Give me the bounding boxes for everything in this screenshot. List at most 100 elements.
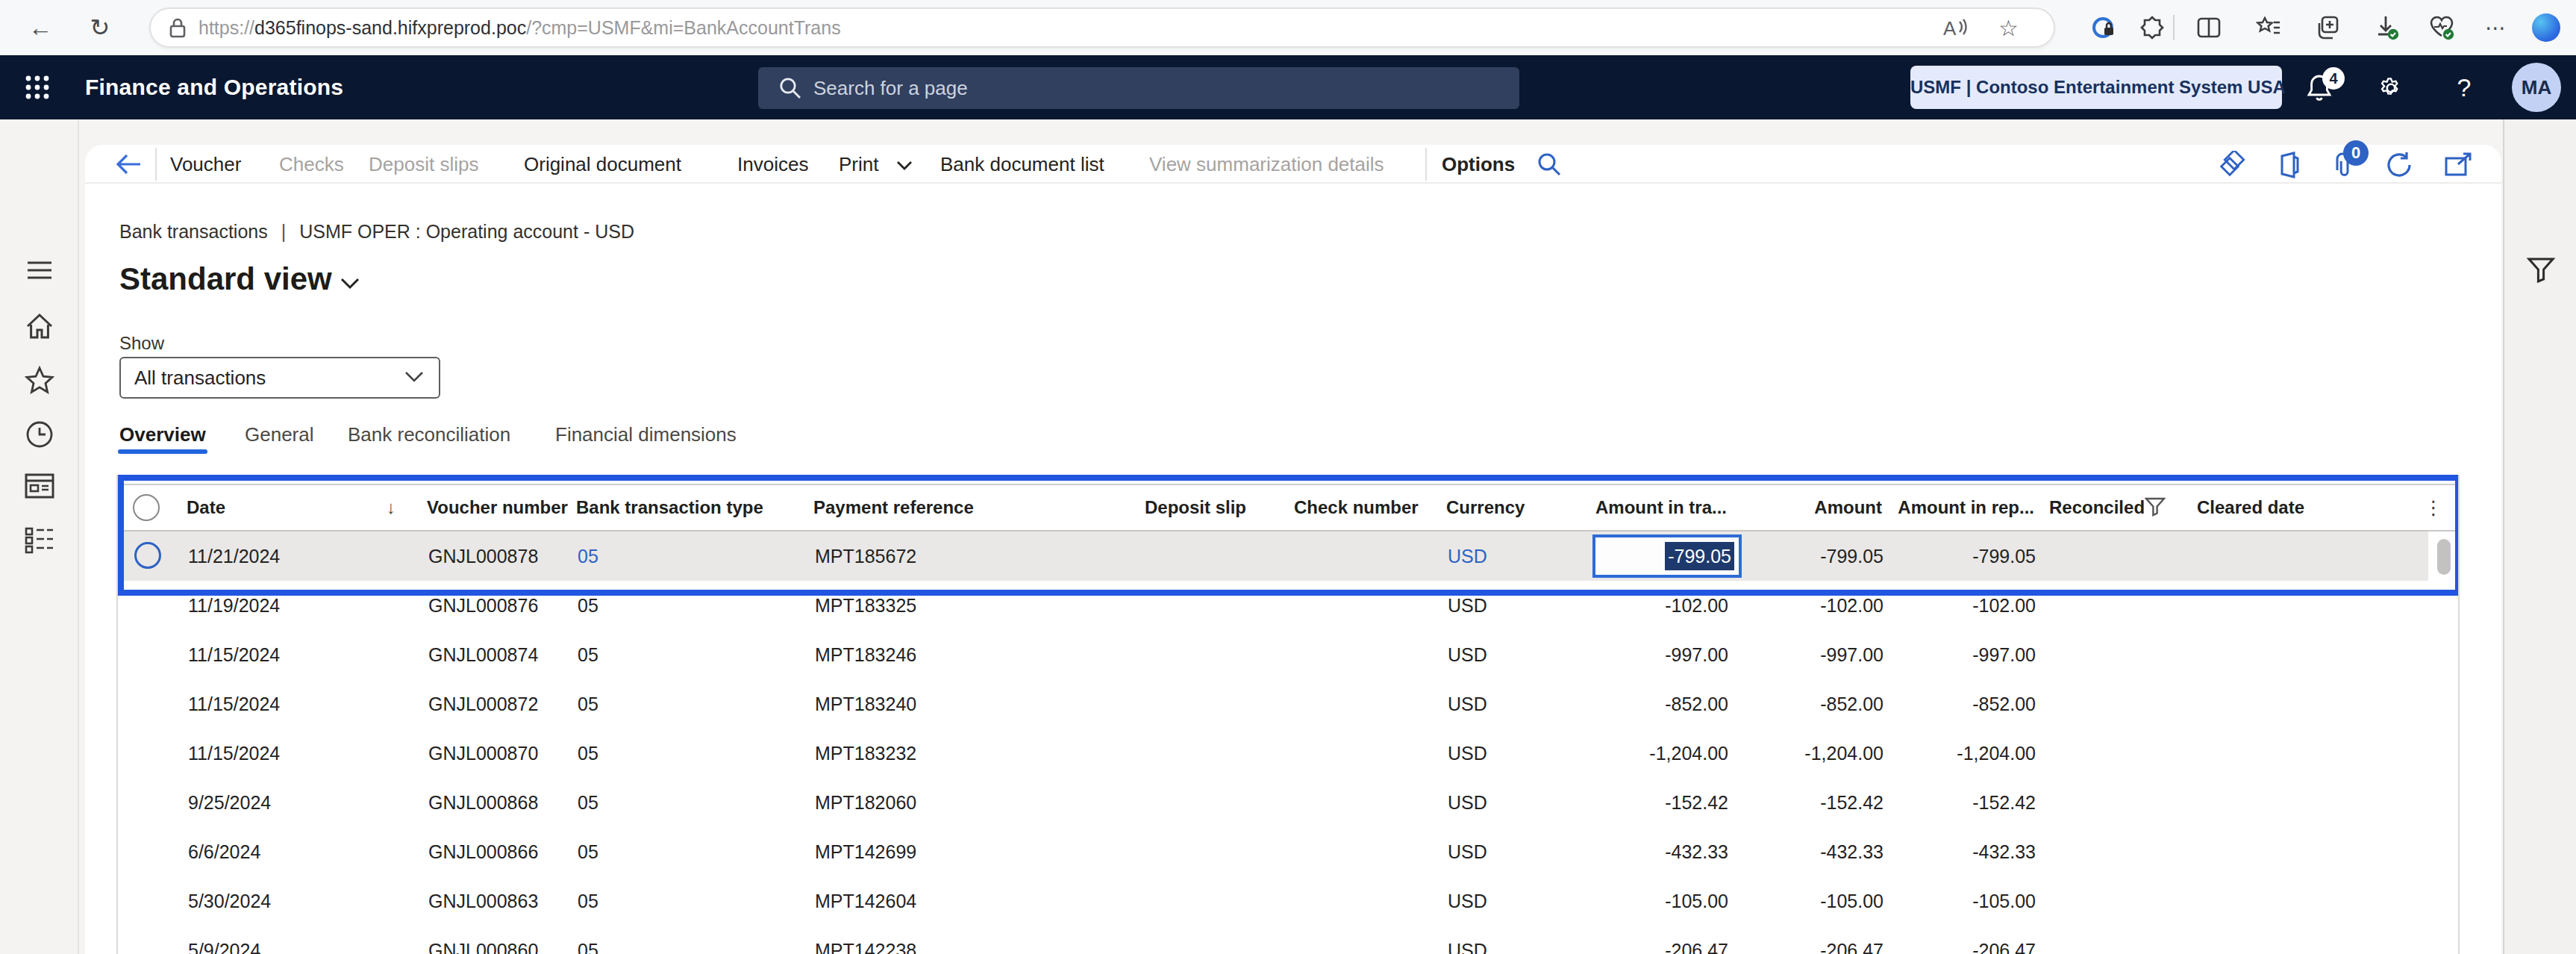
- cell-payment-reference: MPT182060: [815, 778, 916, 827]
- browser-essentials-icon[interactable]: [2131, 0, 2173, 55]
- tab-financial-dimensions[interactable]: Financial dimensions: [555, 420, 737, 449]
- cell-currency[interactable]: USD: [1448, 531, 1487, 581]
- office-icon[interactable]: [2275, 146, 2301, 182]
- cell-amount: -799.05: [1820, 531, 1883, 581]
- cell-amount: -152.42: [1820, 778, 1883, 827]
- action-original-document[interactable]: Original document: [524, 146, 681, 182]
- action-voucher[interactable]: Voucher: [170, 146, 241, 182]
- cell-bank-transaction-type[interactable]: 05: [578, 531, 598, 581]
- downloads-icon[interactable]: [2366, 0, 2407, 55]
- select-all-radio[interactable]: [133, 494, 160, 521]
- cell-payment-reference: MPT185672: [815, 531, 916, 581]
- col-currency[interactable]: Currency: [1446, 485, 1525, 530]
- col-payment-reference[interactable]: Payment reference: [813, 485, 974, 530]
- address-bar[interactable]: https://d365finops-sand.hifxpreprod.poc/…: [149, 7, 2055, 48]
- favorites-star-icon[interactable]: [0, 366, 79, 394]
- cell-currency: USD: [1448, 876, 1487, 926]
- password-monitor-icon[interactable]: [2083, 0, 2125, 55]
- nav-rail: [0, 119, 79, 954]
- grid-row[interactable]: 11/19/2024GNJL00087605MPT183325USD-102.0…: [119, 581, 2460, 630]
- action-print[interactable]: Print: [839, 146, 913, 182]
- split-screen-icon[interactable]: [2188, 0, 2230, 55]
- sort-descending-icon[interactable]: ↓: [387, 485, 396, 530]
- waffle-menu-icon[interactable]: [21, 55, 54, 119]
- col-date[interactable]: Date: [187, 485, 225, 530]
- action-divider: [155, 148, 157, 181]
- grid-row[interactable]: 11/21/2024GNJL00087805MPT185672USD-799.0…: [119, 531, 2460, 581]
- attachments-icon[interactable]: 0: [2331, 146, 2355, 182]
- workspaces-icon[interactable]: [0, 473, 79, 499]
- cell-amount: -432.33: [1820, 827, 1883, 876]
- page-search-box[interactable]: Search for a page: [758, 67, 1519, 109]
- cell-voucher-number: GNJL000868: [428, 778, 538, 827]
- cell-date: 11/15/2024: [188, 679, 280, 729]
- action-search-icon[interactable]: [1537, 146, 1561, 182]
- amount-edit-input[interactable]: -799.05: [1592, 534, 1742, 578]
- grid-row[interactable]: 5/30/2024GNJL00086305MPT142604USD-105.00…: [119, 876, 2460, 926]
- browser-health-icon[interactable]: [2421, 0, 2463, 55]
- refresh-icon[interactable]: [2385, 146, 2413, 182]
- copilot-icon[interactable]: [2525, 0, 2567, 55]
- col-voucher-number[interactable]: Voucher number: [427, 485, 568, 530]
- cell-amount-in-reporting: -206.47: [1972, 926, 2036, 954]
- grid-row[interactable]: 6/6/2024GNJL00086605MPT142699USD-432.33-…: [119, 827, 2460, 876]
- collections-icon[interactable]: [2248, 0, 2289, 55]
- expand-menu-icon[interactable]: [0, 260, 79, 281]
- cell-bank-transaction-type: 05: [578, 876, 598, 926]
- col-cleared-date[interactable]: Cleared date: [2197, 485, 2304, 530]
- breadcrumb-page[interactable]: Bank transactions: [119, 221, 268, 242]
- col-deposit-slip[interactable]: Deposit slip: [1145, 485, 1246, 530]
- action-options[interactable]: Options: [1442, 146, 1515, 182]
- cell-amount-in-reporting: -105.00: [1972, 876, 2036, 926]
- open-in-new-window-icon[interactable]: [2445, 146, 2473, 182]
- read-aloud-icon[interactable]: A: [1942, 9, 1969, 46]
- tab-general[interactable]: General: [245, 420, 314, 449]
- grid-row[interactable]: 11/15/2024GNJL00087205MPT183240USD-852.0…: [119, 679, 2460, 729]
- cell-amount-in-reporting: -852.00: [1972, 679, 2036, 729]
- cell-currency: USD: [1448, 827, 1487, 876]
- favorite-star-icon[interactable]: ☆: [1998, 9, 2019, 46]
- col-amount-in-reporting[interactable]: Amount in rep...: [1898, 485, 2034, 530]
- action-invoices[interactable]: Invoices: [737, 146, 808, 182]
- cell-payment-reference: MPT183232: [815, 729, 916, 778]
- power-apps-icon[interactable]: [2219, 146, 2248, 182]
- browser-back-icon[interactable]: ←: [19, 0, 61, 55]
- grid-row[interactable]: 9/25/2024GNJL00086805MPT182060USD-152.42…: [119, 778, 2460, 827]
- grid-scrollbar-thumb[interactable]: [2437, 539, 2451, 575]
- filter-funnel-icon[interactable]: [2527, 257, 2555, 284]
- col-check-number[interactable]: Check number: [1294, 485, 1419, 530]
- grid-more-icon[interactable]: ⋮: [2424, 485, 2443, 530]
- cell-voucher-number: GNJL000863: [428, 876, 538, 926]
- view-chevron-icon[interactable]: [340, 278, 360, 290]
- url-text: https://d365finops-sand.hifxpreprod.poc/…: [198, 9, 841, 46]
- page-back-button[interactable]: [115, 146, 142, 182]
- grid-row[interactable]: 5/9/2024GNJL00086005MPT142238USD-206.47-…: [119, 926, 2460, 954]
- action-bank-document-list[interactable]: Bank document list: [940, 146, 1104, 182]
- col-amount-in-transaction[interactable]: Amount in tra...: [1595, 485, 1727, 530]
- settings-gear-icon[interactable]: [2372, 55, 2410, 119]
- col-amount[interactable]: Amount: [1814, 485, 1882, 530]
- col-bank-transaction-type[interactable]: Bank transaction type: [576, 485, 763, 530]
- company-selector-button[interactable]: USMF | Contoso Entertainment System USA: [1910, 66, 2282, 109]
- browser-refresh-icon[interactable]: ↻: [79, 0, 121, 55]
- grid-row[interactable]: 11/15/2024GNJL00087405MPT183246USD-997.0…: [119, 630, 2460, 679]
- modules-icon[interactable]: [0, 527, 79, 554]
- help-icon[interactable]: ?: [2445, 55, 2483, 119]
- svg-text:A: A: [1943, 17, 1957, 40]
- col-reconciled[interactable]: Reconciled: [2049, 485, 2145, 530]
- add-tab-group-icon[interactable]: [2307, 0, 2349, 55]
- avatar[interactable]: MA: [2512, 63, 2561, 112]
- browser-toolbar: ← ↻ https://d365finops-sand.hifxpreprod.…: [0, 0, 2576, 55]
- grid-row[interactable]: 11/15/2024GNJL00087005MPT183232USD-1,204…: [119, 729, 2460, 778]
- browser-menu-icon[interactable]: ⋯: [2475, 0, 2516, 55]
- recent-clock-icon[interactable]: [0, 420, 79, 449]
- tab-bank-reconciliation[interactable]: Bank reconciliation: [348, 420, 510, 449]
- transactions-grid: Date ↓ Voucher number Bank transaction t…: [116, 475, 2460, 954]
- cell-date: 11/21/2024: [188, 531, 280, 581]
- tab-overview[interactable]: Overview: [119, 420, 206, 449]
- show-transactions-select[interactable]: All transactions: [119, 357, 440, 399]
- row-select-radio[interactable]: [134, 542, 161, 569]
- home-icon[interactable]: [0, 312, 79, 340]
- cell-amount-in-reporting: -152.42: [1972, 778, 2036, 827]
- column-filter-funnel-icon[interactable]: [2145, 497, 2166, 517]
